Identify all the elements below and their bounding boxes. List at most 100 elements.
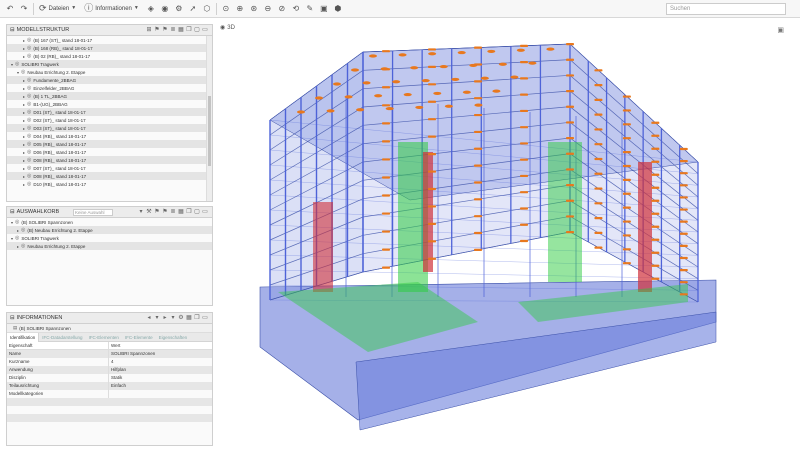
tree-row[interactable]: ▸ ◎ (B) 167 (ST)_ stand 18-01-17 xyxy=(7,36,206,44)
grid-icon[interactable]: ▦ xyxy=(186,314,192,321)
maximize-icon[interactable]: ▣ xyxy=(777,26,784,34)
copy-icon[interactable]: ❐ xyxy=(194,314,200,321)
visibility-icon[interactable]: ◎ xyxy=(27,109,31,115)
chevron-down-icon[interactable]: ▾ xyxy=(154,314,160,321)
tree-row[interactable]: ▸ ◎ D02 (ST)_ stand 18-01-17 xyxy=(7,116,206,124)
add-icon[interactable]: ▾ xyxy=(138,208,144,215)
expand-icon[interactable]: ⊞ xyxy=(146,26,152,33)
visibility-icon[interactable]: ◎ xyxy=(15,235,19,241)
visibility-icon[interactable]: ◎ xyxy=(27,37,31,43)
tree-row[interactable]: ▸ ◎ D07 (ST)_ stand 18-01-17 xyxy=(7,164,206,172)
property-row[interactable]: Modellkategorien xyxy=(7,390,212,398)
visibility-icon[interactable]: ◎ xyxy=(15,61,19,67)
visibility-icon[interactable]: ◎ xyxy=(27,77,31,83)
visibility-icon[interactable]: ◎ xyxy=(27,45,31,51)
tree-row[interactable]: ▸ ◎ (B) 1 TL_2BBAG xyxy=(7,92,206,100)
close-icon[interactable]: ▭ xyxy=(202,314,208,321)
tree-row[interactable]: ▾ ◎ (B) SOLIBRI Spannzonen xyxy=(7,218,212,226)
selection-filter-input[interactable]: Keine Auswahl xyxy=(73,209,113,216)
zoom-fit-icon[interactable]: ⊙ xyxy=(220,3,232,15)
visibility-icon[interactable]: ◎ xyxy=(27,53,31,59)
flag-icon[interactable]: ⚑ xyxy=(162,26,168,33)
visibility-icon[interactable]: ◎ xyxy=(21,243,25,249)
tree-row[interactable]: ▾ ◎ SOLIBRI Tragwerk xyxy=(7,60,206,68)
flag-icon[interactable]: ⚑ xyxy=(162,208,168,215)
info-tab[interactable]: IFC-Datadarstellung xyxy=(39,335,85,340)
tree-row[interactable]: ▸ ◎ (B) 168 (RB)_ stand 18-01-17 xyxy=(7,44,206,52)
visibility-icon[interactable]: ◎ xyxy=(27,93,31,99)
scrollbar-thumb[interactable] xyxy=(208,96,211,166)
info-tab[interactable]: IFC-Elemente xyxy=(122,335,156,340)
visibility-icon[interactable]: ◎ xyxy=(27,125,31,131)
undo-icon[interactable]: ↶ xyxy=(4,3,16,15)
back-icon[interactable]: ◂ xyxy=(146,314,152,321)
flag-icon[interactable]: ⚑ xyxy=(154,26,160,33)
visibility-icon[interactable]: ◎ xyxy=(27,101,31,107)
tree-row[interactable]: ▸ ◎ Einzelfelder_2BBAG xyxy=(7,84,206,92)
collapse-icon[interactable]: ⊟ xyxy=(10,209,15,215)
collapse-icon[interactable]: ⊟ xyxy=(10,27,15,33)
box-icon[interactable]: ▢ xyxy=(194,208,200,215)
copy-icon[interactable]: ❐ xyxy=(186,26,192,33)
property-row[interactable]: Name SOLIBRI Spannzonen xyxy=(7,350,212,358)
layers-icon[interactable]: ◉ xyxy=(159,3,171,15)
shapes-icon[interactable]: ◈ xyxy=(145,3,157,15)
property-row[interactable]: Disziplin Statik xyxy=(7,374,212,382)
zoom-select-icon[interactable]: ⊘ xyxy=(276,3,288,15)
visibility-icon[interactable]: ◎ xyxy=(27,173,31,179)
zoom-out-icon[interactable]: ⊖ xyxy=(262,3,274,15)
cube-icon[interactable]: ⬡ xyxy=(201,3,213,15)
visibility-icon[interactable]: ◎ xyxy=(21,227,25,233)
list-icon[interactable]: ≣ xyxy=(170,208,176,215)
zoom-icon[interactable]: ⊛ xyxy=(248,3,260,15)
search-input[interactable]: Suchen xyxy=(666,3,786,15)
tree-row[interactable]: ▾ ◎ SOLIBRI Tragwerk xyxy=(7,234,212,242)
forward-icon[interactable]: ▸ xyxy=(162,314,168,321)
3d-viewport[interactable]: ◉ 3D ▣ xyxy=(218,22,800,450)
box-icon[interactable]: ▢ xyxy=(194,26,200,33)
visibility-icon[interactable]: ◎ xyxy=(27,165,31,171)
grid-icon[interactable]: ▦ xyxy=(178,26,184,33)
list-icon[interactable]: ≣ xyxy=(170,26,176,33)
close-icon[interactable]: ▭ xyxy=(202,26,208,33)
measure-icon[interactable]: ✎ xyxy=(304,3,316,15)
files-menu-button[interactable]: ⟳ Dateien ▼ xyxy=(36,2,81,16)
visibility-icon[interactable]: ◎ xyxy=(27,157,31,163)
visibility-icon[interactable]: ◎ xyxy=(27,133,31,139)
tree-row[interactable]: ▸ ◎ D08 (RB)_ stand 18-01-17 xyxy=(7,156,206,164)
tree-row[interactable]: ▸ ◎ (B) 02 (RB)_ stand 18-01-17 xyxy=(7,52,206,60)
model-icon[interactable]: ⬢ xyxy=(332,3,344,15)
visibility-icon[interactable]: ◎ xyxy=(27,181,31,187)
tree-row[interactable]: ▸ ◎ D03 (ST)_ stand 18-01-17 xyxy=(7,124,206,132)
tree-row[interactable]: ▸ ◎ D04 (RB)_ stand 18-01-17 xyxy=(7,132,206,140)
collapse-icon[interactable]: ⊟ xyxy=(10,315,15,321)
tree-row[interactable]: ▸ ◎ Fundamente_2BBAG xyxy=(7,76,206,84)
property-row[interactable]: Anwendung Hilfplan xyxy=(7,366,212,374)
visibility-icon[interactable]: ◎ xyxy=(27,149,31,155)
tree-row[interactable]: ▸ ◎ D08 (RB)_ stand 18-01-17 xyxy=(7,172,206,180)
visibility-icon[interactable]: ◎ xyxy=(27,117,31,123)
tree-row[interactable]: ▸ ◎ D05 (RB)_ stand 18-01-17 xyxy=(7,140,206,148)
settings-icon[interactable]: ⚙ xyxy=(178,314,184,321)
tree-row[interactable]: ▸ ◎ (B) Neubau Errichtung 2. Etappe xyxy=(7,226,212,234)
info-tab[interactable]: Identifikation xyxy=(7,332,40,342)
chevron-down-icon[interactable]: ▾ xyxy=(170,314,176,321)
visibility-icon[interactable]: ◎ xyxy=(27,85,31,91)
select-tool-icon[interactable]: ➚ xyxy=(187,3,199,15)
redo-icon[interactable]: ↷ xyxy=(18,3,30,15)
tree-row[interactable]: ▸ ◎ D06 (RB)_ stand 18-01-17 xyxy=(7,148,206,156)
orbit-icon[interactable]: ⟲ xyxy=(290,3,302,15)
visibility-icon[interactable]: ◎ xyxy=(21,69,25,75)
info-menu-button[interactable]: ⓘ Informationen ▼ xyxy=(81,2,144,16)
visibility-icon[interactable]: ◎ xyxy=(27,141,31,147)
scrollbar[interactable] xyxy=(206,36,212,201)
tools-icon[interactable]: ⚒ xyxy=(146,208,152,215)
zoom-in-icon[interactable]: ⊕ xyxy=(234,3,246,15)
tree-row[interactable]: ▾ ◎ Neubau Errichtung 2. Etappe xyxy=(7,68,206,76)
property-row[interactable]: Teilausrichtung Einfach xyxy=(7,382,212,390)
visibility-icon[interactable]: ◎ xyxy=(15,219,19,225)
close-icon[interactable]: ▭ xyxy=(202,208,208,215)
section-icon[interactable]: ▣ xyxy=(318,3,330,15)
info-tab[interactable]: Eigenschaften xyxy=(156,335,191,340)
property-row[interactable]: Kurzname 4 xyxy=(7,358,212,366)
